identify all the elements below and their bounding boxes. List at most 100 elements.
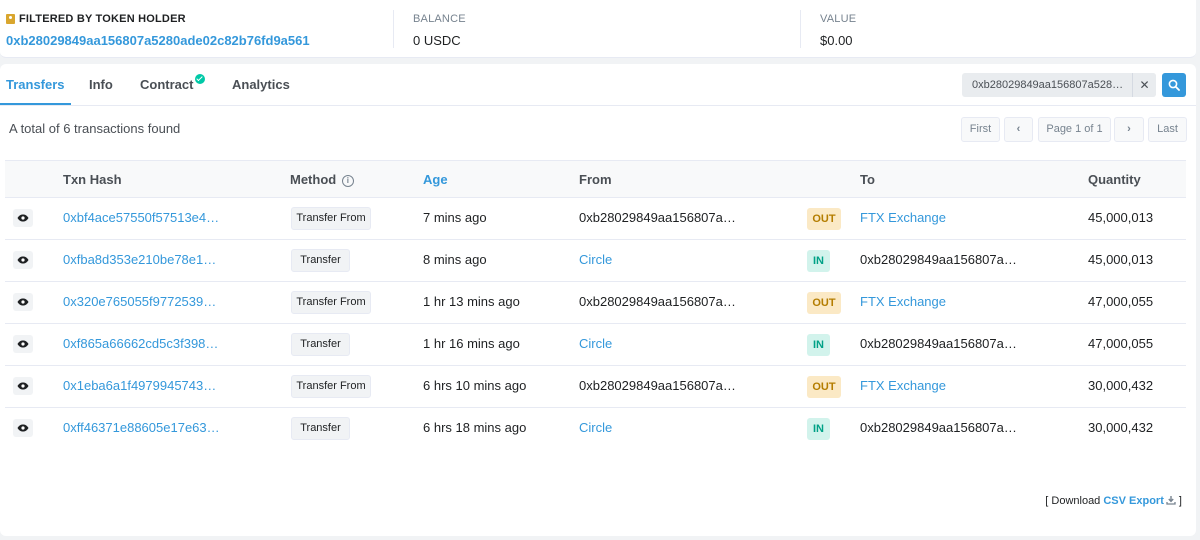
search-icon	[1168, 79, 1180, 91]
table-row: 0x1eba6a1f4979945743… Transfer From 6 hrs …	[5, 366, 1186, 408]
divider	[800, 10, 801, 48]
holder-filter-label: FILTERED BY TOKEN HOLDER	[19, 12, 186, 25]
divider	[393, 10, 394, 48]
token-holder-card: FILTERED BY TOKEN HOLDER 0xb28029849aa15…	[0, 0, 1196, 58]
direction-badge: IN	[807, 418, 830, 440]
method-badge: Transfer From	[291, 375, 371, 398]
direction-badge: IN	[807, 334, 830, 356]
eye-icon[interactable]	[13, 251, 33, 269]
age-cell: 6 hrs 10 mins ago	[423, 378, 527, 393]
holder-address-link[interactable]: 0xb28029849aa156807a5280ade02c82b76fd9a5…	[6, 33, 310, 48]
eye-icon[interactable]	[13, 377, 33, 395]
download-icon[interactable]	[1166, 495, 1176, 505]
active-tab-indicator	[0, 103, 71, 105]
transfers-table: Txn Hash Method i Age From To Quantity 0…	[5, 160, 1186, 450]
table-row: 0xff46371e88605e17e63… Transfer 6 hrs 18 m…	[5, 408, 1186, 450]
age-cell: 6 hrs 18 mins ago	[423, 420, 527, 435]
eye-icon[interactable]	[13, 293, 33, 311]
csv-export-link[interactable]: CSV Export	[1103, 495, 1164, 507]
from-address[interactable]: Circle	[579, 420, 612, 435]
quantity-cell: 47,000,055	[1088, 336, 1154, 351]
to-address[interactable]: FTX Exchange	[860, 378, 946, 393]
to-address: 0xb28029849aa156807a…	[860, 420, 1017, 435]
table-body: 0xbf4ace57550f57513e4… Transfer From 7 min…	[5, 198, 1186, 450]
tab-info[interactable]: Info	[89, 77, 113, 92]
direction-badge: OUT	[807, 292, 841, 314]
direction-badge: OUT	[807, 376, 841, 398]
direction-badge: IN	[807, 250, 830, 272]
from-address[interactable]: Circle	[579, 252, 612, 267]
method-badge: Transfer	[291, 249, 350, 272]
age-cell: 1 hr 13 mins ago	[423, 294, 520, 309]
txn-hash-link[interactable]: 0xff46371e88605e17e63…	[63, 420, 220, 435]
last-page-button[interactable]: Last	[1148, 117, 1187, 142]
transfers-card: Transfers Info Contract Analytics 0xb280…	[0, 64, 1196, 536]
tag-icon	[6, 13, 15, 24]
header-quantity: Quantity	[1088, 172, 1141, 187]
holder-filter-column: FILTERED BY TOKEN HOLDER 0xb28029849aa15…	[6, 12, 310, 48]
from-address[interactable]: Circle	[579, 336, 612, 351]
to-address[interactable]: FTX Exchange	[860, 294, 946, 309]
header-to: To	[860, 172, 875, 187]
quantity-cell: 30,000,432	[1088, 378, 1154, 393]
eye-icon[interactable]	[13, 209, 33, 227]
previous-page-button[interactable]: ‹	[1004, 117, 1033, 142]
header-method-label: Method	[290, 172, 337, 187]
method-badge: Transfer	[291, 333, 350, 356]
direction-badge: OUT	[807, 208, 841, 230]
method-badge: Transfer	[291, 417, 350, 440]
quantity-cell: 45,000,013	[1088, 210, 1154, 225]
verified-check-icon	[195, 74, 206, 84]
method-badge: Transfer From	[291, 207, 371, 230]
age-cell: 1 hr 16 mins ago	[423, 336, 520, 351]
holder-search-input[interactable]: 0xb28029849aa156807a528… ✕	[962, 73, 1156, 97]
csv-prefix: [ Download	[1045, 495, 1104, 507]
value-amount: $0.00	[820, 33, 853, 48]
tab-transfers[interactable]: Transfers	[6, 77, 65, 92]
from-address: 0xb28029849aa156807a…	[579, 378, 736, 393]
info-icon[interactable]: i	[341, 175, 354, 187]
table-header: Txn Hash Method i Age From To Quantity	[5, 160, 1186, 198]
search-button[interactable]	[1162, 73, 1186, 97]
quantity-cell: 30,000,432	[1088, 420, 1154, 435]
holder-filter-label-row: FILTERED BY TOKEN HOLDER	[6, 12, 310, 25]
from-address: 0xb28029849aa156807a…	[579, 294, 736, 309]
quantity-cell: 45,000,013	[1088, 252, 1154, 267]
to-address: 0xb28029849aa156807a…	[860, 336, 1017, 351]
header-age[interactable]: Age	[423, 172, 448, 187]
next-page-button[interactable]: ›	[1114, 117, 1144, 142]
quantity-cell: 47,000,055	[1088, 294, 1154, 309]
to-address: 0xb28029849aa156807a…	[860, 252, 1017, 267]
txn-hash-link[interactable]: 0xfba8d353e210be78e1…	[63, 252, 216, 267]
csv-download: [ Download CSV Export ]	[1045, 494, 1182, 507]
balance-column: BALANCE 0 USDC	[413, 12, 466, 49]
header-from: From	[579, 172, 612, 187]
txn-hash-link[interactable]: 0xf865a66662cd5c3f398…	[63, 336, 218, 351]
tab-analytics[interactable]: Analytics	[232, 77, 290, 92]
tab-contract[interactable]: Contract	[140, 74, 206, 92]
tab-contract-label: Contract	[140, 77, 194, 92]
table-row: 0xfba8d353e210be78e1… Transfer 8 mins ago C…	[5, 240, 1186, 282]
eye-icon[interactable]	[13, 335, 33, 353]
close-icon[interactable]: ✕	[1132, 73, 1156, 97]
header-txn-hash: Txn Hash	[63, 172, 122, 187]
transactions-count-text: A total of 6 transactions found	[9, 121, 181, 136]
csv-suffix: ]	[1175, 495, 1182, 507]
to-address[interactable]: FTX Exchange	[860, 210, 946, 225]
table-row: 0xbf4ace57550f57513e4… Transfer From 7 min…	[5, 198, 1186, 240]
eye-icon[interactable]	[13, 419, 33, 437]
age-cell: 7 mins ago	[423, 210, 487, 225]
header-method: Method i	[290, 172, 354, 188]
from-address: 0xb28029849aa156807a…	[579, 210, 736, 225]
txn-hash-link[interactable]: 0x1eba6a1f4979945743…	[63, 378, 216, 393]
age-cell: 8 mins ago	[423, 252, 487, 267]
value-column: VALUE $0.00	[820, 12, 857, 49]
txn-hash-link[interactable]: 0x320e765055f9772539…	[63, 294, 216, 309]
tab-bar: Transfers Info Contract Analytics 0xb280…	[0, 64, 1196, 106]
table-row: 0x320e765055f9772539… Transfer From 1 hr 1…	[5, 282, 1186, 324]
balance-value: 0 USDC	[413, 33, 461, 48]
value-label: VALUE	[820, 12, 857, 25]
txn-hash-link[interactable]: 0xbf4ace57550f57513e4…	[63, 210, 219, 225]
first-page-button[interactable]: First	[961, 117, 1000, 142]
page-indicator: Page 1 of 1	[1038, 117, 1111, 142]
